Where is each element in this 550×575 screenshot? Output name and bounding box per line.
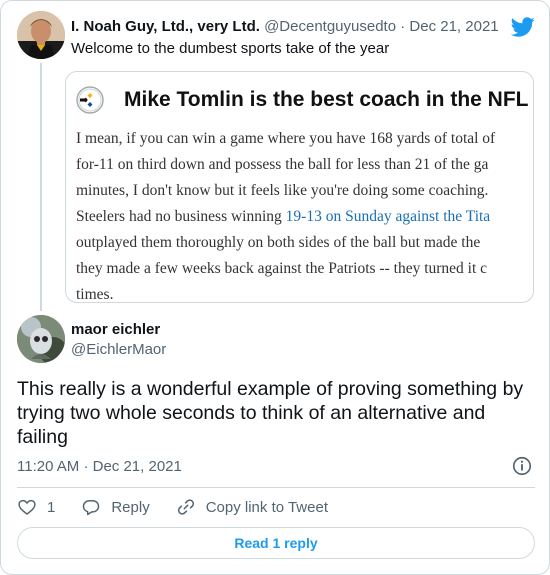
article-line-prefix: Steelers had no business winning <box>76 208 286 225</box>
tweet-actions: 1 Reply Copy link to Tweet <box>17 495 354 519</box>
like-button[interactable]: 1 <box>17 497 55 517</box>
reply-author-handle[interactable]: @EichlerMaor <box>71 341 166 358</box>
tweet-time: 11:20 AM <box>17 458 80 475</box>
article-header: Mike Tomlin is the best coach in the NFL <box>76 82 529 118</box>
read-replies-label: Read 1 reply <box>234 535 318 551</box>
article-line: they made a few weeks back against the P… <box>76 260 488 277</box>
article-line: times. <box>76 286 114 303</box>
thread-connector-line <box>40 63 42 311</box>
reply-button[interactable]: Reply <box>81 497 150 517</box>
article-line: minutes, I don't know but it feels like … <box>76 182 489 199</box>
action-divider <box>17 487 535 488</box>
tweet-embed-card: I. Noah Guy, Ltd., very Ltd. @Decentguyu… <box>0 0 550 575</box>
parent-author-avatar[interactable] <box>17 11 65 59</box>
parent-author-name[interactable]: I. Noah Guy, Ltd., very Ltd. <box>71 18 260 35</box>
parent-tweet-header: I. Noah Guy, Ltd., very Ltd. @Decentguyu… <box>71 17 499 37</box>
article-title[interactable]: Mike Tomlin is the best coach in the NFL <box>124 88 529 112</box>
reply-tweet-timestamp[interactable]: 11:20 AM · Dec 21, 2021 <box>17 458 182 475</box>
parent-tweet-date[interactable]: Dec 21, 2021 <box>409 18 498 35</box>
parent-author-handle[interactable]: @Decentguyusedto <box>264 18 396 35</box>
parent-tweet-text: Welcome to the dumbest sports take of th… <box>71 40 390 57</box>
info-icon[interactable] <box>511 455 533 477</box>
article-excerpt: I mean, if you can win a game where you … <box>76 126 533 303</box>
reply-tweet-text: This really is a wonderful example of pr… <box>17 378 524 448</box>
reply-author-name[interactable]: maor eichler <box>71 321 160 338</box>
copy-link-label: Copy link to Tweet <box>205 498 328 516</box>
article-inline-link[interactable]: 19-13 on Sunday against the Tita <box>286 208 491 225</box>
steelers-logo-icon <box>76 86 104 114</box>
like-count: 1 <box>47 498 56 516</box>
reply-author-avatar[interactable] <box>17 315 65 363</box>
article-line: I mean, if you can win a game where you … <box>76 130 496 147</box>
article-line: outplayed them thoroughly on both sides … <box>76 234 481 251</box>
reply-label: Reply <box>111 498 150 516</box>
tweet-date: Dec 21, 2021 <box>92 458 182 475</box>
separator-dot: · <box>400 18 406 35</box>
heart-icon <box>18 499 36 516</box>
embedded-article-card[interactable]: Mike Tomlin is the best coach in the NFL… <box>65 71 534 303</box>
read-replies-button[interactable]: Read 1 reply <box>17 527 535 559</box>
copy-link-button[interactable]: Copy link to Tweet <box>176 497 328 517</box>
twitter-bird-icon[interactable] <box>511 15 535 39</box>
link-icon <box>177 499 194 515</box>
article-line-with-link: Steelers had no business winning 19-13 o… <box>76 204 533 230</box>
article-line: for-11 on third down and possess the bal… <box>76 156 489 173</box>
separator-dot: · <box>83 458 89 475</box>
reply-icon <box>83 500 100 516</box>
